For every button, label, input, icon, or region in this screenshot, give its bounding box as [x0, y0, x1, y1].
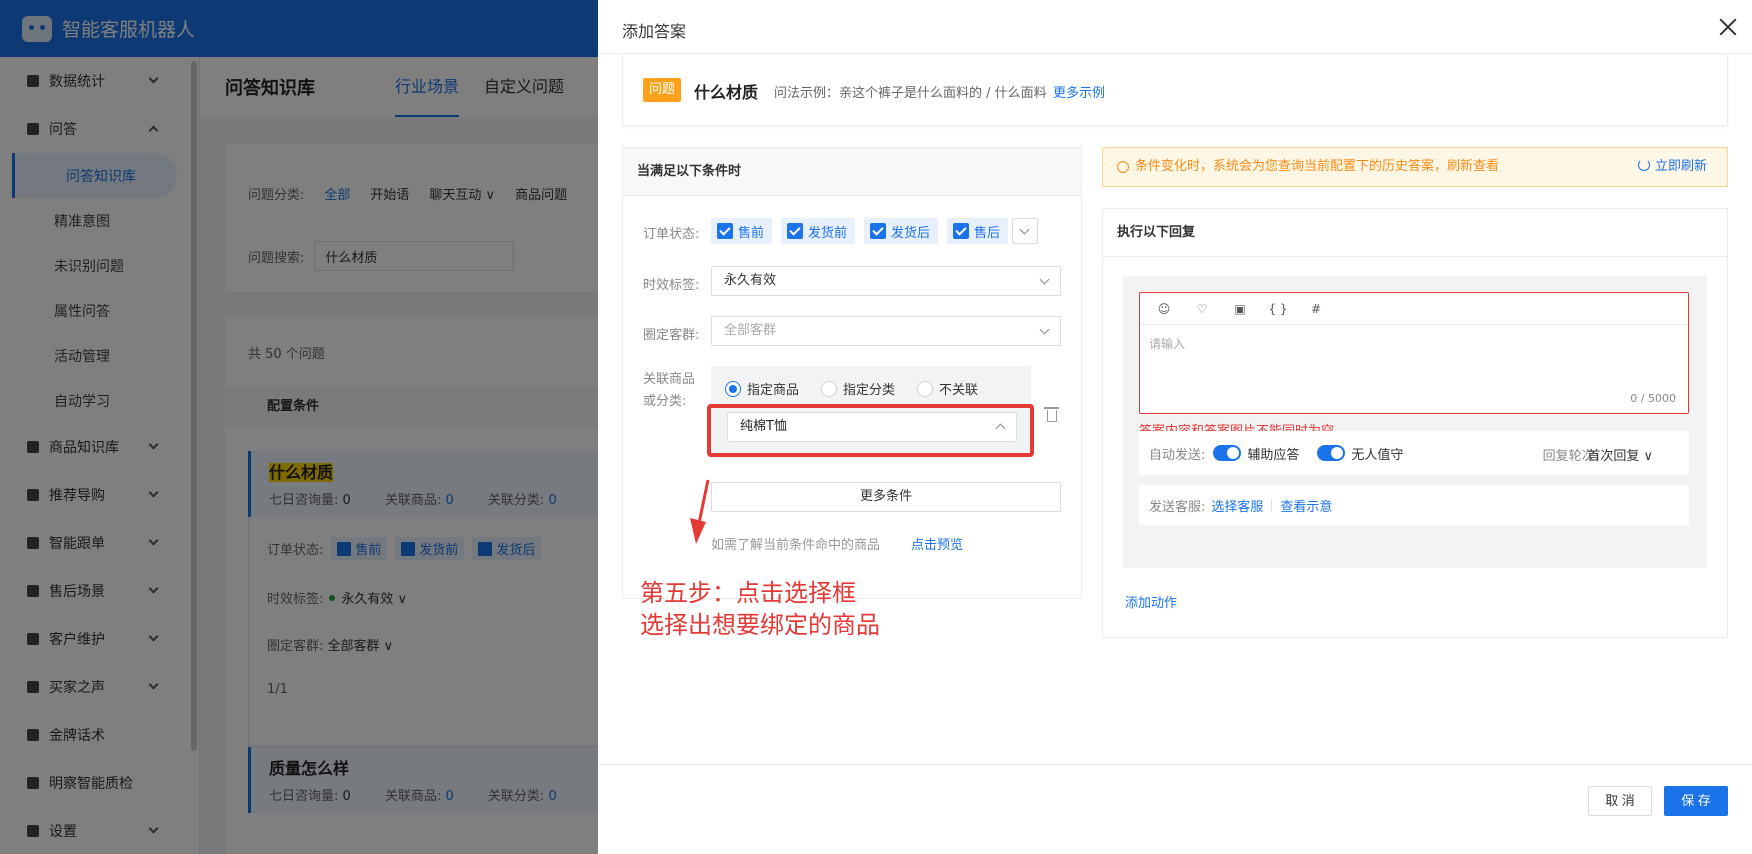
refresh-label: 立即刷新	[1654, 159, 1707, 174]
add-answer-drawer: 添加答案 问题 什么材质 问法示例：亲这个裤子是什么面料的 / 什么面料 更多示…	[598, 0, 1752, 854]
chevron-down-icon	[1039, 324, 1050, 335]
more-conditions-button[interactable]: 更多条件	[711, 482, 1061, 512]
checkbox-label: 售后	[974, 225, 1001, 241]
annotation-line-1: 第五步：点击选择框	[640, 579, 856, 607]
select-agent-link[interactable]: 选择客服	[1211, 496, 1263, 515]
char-counter: 0 / 5000	[1630, 392, 1676, 405]
notice-banner: 条件变化时，系统会为您查询当前配置下的历史答案，刷新查看 立即刷新	[1102, 147, 1728, 187]
assoc-label-line1: 关联商品	[643, 372, 696, 387]
divider	[1271, 499, 1273, 511]
annotation-line-2: 选择出想要绑定的商品	[640, 611, 880, 639]
more-examples-link[interactable]: 更多示例	[1053, 82, 1105, 101]
radio-checked-icon	[725, 380, 741, 397]
assist-toggle-label: 辅助应答	[1247, 447, 1300, 463]
drawer-header: 添加答案	[598, 0, 1752, 54]
info-icon	[1117, 161, 1129, 173]
checkbox-icon	[787, 223, 803, 239]
drawer-title: 添加答案	[622, 22, 687, 41]
status-checkbox-after-ship[interactable]: 发货后	[864, 218, 939, 244]
highlight-frame	[707, 404, 1034, 457]
status-dropdown-button[interactable]	[1012, 218, 1038, 244]
question-card: 问题 什么材质 问法示例：亲这个裤子是什么面料的 / 什么面料 更多示例	[622, 54, 1728, 126]
cancel-button[interactable]: 取 消	[1588, 786, 1652, 816]
reply-panel: 执行以下回复 ☺ ♡ ▣ { } # 请输入 0 / 5000 答案内容和答案图…	[1102, 208, 1728, 638]
radio-label: 指定分类	[843, 383, 896, 398]
agent-row: 发送客服: 选择客服 查看示意	[1139, 485, 1689, 525]
checkbox-icon	[717, 223, 733, 239]
view-sample-link[interactable]: 查看示意	[1280, 496, 1332, 515]
chevron-down-icon	[1039, 274, 1050, 285]
checkbox-label: 发货前	[808, 225, 848, 241]
question-badge: 问题	[643, 78, 682, 102]
add-action-link[interactable]: 添加动作	[1125, 592, 1177, 611]
tutorial-annotation: 第五步：点击选择框 选择出想要绑定的商品	[640, 577, 880, 641]
select-value: 永久有效	[724, 273, 777, 288]
editor-placeholder: 请输入	[1149, 337, 1186, 351]
select-placeholder: 全部客群	[724, 323, 777, 338]
crowd-label: 圈定客群:	[643, 328, 700, 343]
annotation-arrow-icon	[690, 479, 710, 544]
order-status-label: 订单状态:	[643, 227, 700, 242]
question-example: 问法示例：亲这个裤子是什么面料的 / 什么面料	[774, 86, 1047, 101]
unattended-toggle[interactable]	[1317, 445, 1346, 461]
time-tag-label: 时效标签:	[643, 278, 700, 293]
time-tag-select[interactable]: 永久有效	[711, 266, 1061, 296]
auto-send-row: 自动发送: 辅助应答 无人值守 回复轮次: 首次回复 ∨	[1139, 431, 1689, 475]
save-button[interactable]: 保 存	[1664, 786, 1728, 816]
unattended-toggle-label: 无人值守	[1351, 447, 1404, 463]
radio-no-association[interactable]: 不关联	[917, 379, 978, 398]
drawer-footer: 取 消 保 存	[598, 764, 1752, 854]
checkbox-icon	[870, 223, 886, 239]
radio-icon	[821, 380, 837, 397]
auto-send-label: 自动发送:	[1149, 447, 1206, 463]
assoc-label-line2: 或分类:	[643, 394, 687, 409]
heart-icon[interactable]: ♡	[1190, 299, 1214, 319]
preview-hint: 如需了解当前条件命中的商品	[711, 538, 881, 553]
agent-label: 发送客服:	[1149, 499, 1206, 515]
trash-icon[interactable]	[1044, 407, 1059, 422]
reply-header: 执行以下回复	[1103, 209, 1727, 257]
chevron-down-icon	[1019, 224, 1030, 235]
status-checkbox-before-ship[interactable]: 发货前	[781, 218, 856, 244]
crowd-select[interactable]: 全部客群	[711, 316, 1061, 346]
answer-editor[interactable]: ☺ ♡ ▣ { } # 请输入 0 / 5000	[1139, 292, 1689, 414]
notice-text: 条件变化时，系统会为您查询当前配置下的历史答案，刷新查看	[1135, 159, 1500, 174]
image-icon[interactable]: ▣	[1228, 299, 1252, 319]
editor-toolbar: ☺ ♡ ▣ { } #	[1140, 293, 1688, 325]
radio-label: 不关联	[939, 383, 979, 398]
status-checkbox-presale[interactable]: 售前	[711, 218, 773, 244]
refresh-link[interactable]: 立即刷新	[1638, 148, 1707, 186]
hashtag-icon[interactable]: #	[1304, 299, 1328, 319]
reply-body: ☺ ♡ ▣ { } # 请输入 0 / 5000 答案内容和答案图片不能同时为空…	[1123, 276, 1707, 568]
conditions-header: 当满足以下条件时	[623, 148, 1081, 196]
checkbox-label: 售前	[738, 225, 765, 241]
radio-specify-category[interactable]: 指定分类	[821, 379, 895, 398]
radio-label: 指定商品	[747, 383, 800, 398]
checkbox-icon	[953, 223, 969, 239]
status-checkbox-aftersale[interactable]: 售后	[947, 218, 1009, 244]
question-name: 什么材质	[694, 83, 759, 102]
checkbox-label: 发货后	[891, 225, 931, 241]
radio-icon	[917, 380, 933, 397]
radio-specify-product[interactable]: 指定商品	[725, 379, 799, 398]
assist-toggle[interactable]	[1213, 445, 1242, 461]
close-icon[interactable]	[1718, 17, 1738, 37]
emoji-icon[interactable]: ☺	[1152, 299, 1176, 319]
preview-link[interactable]: 点击预览	[911, 534, 963, 553]
variable-icon[interactable]: { }	[1266, 299, 1290, 319]
round-select[interactable]: 首次回复 ∨	[1587, 445, 1653, 464]
